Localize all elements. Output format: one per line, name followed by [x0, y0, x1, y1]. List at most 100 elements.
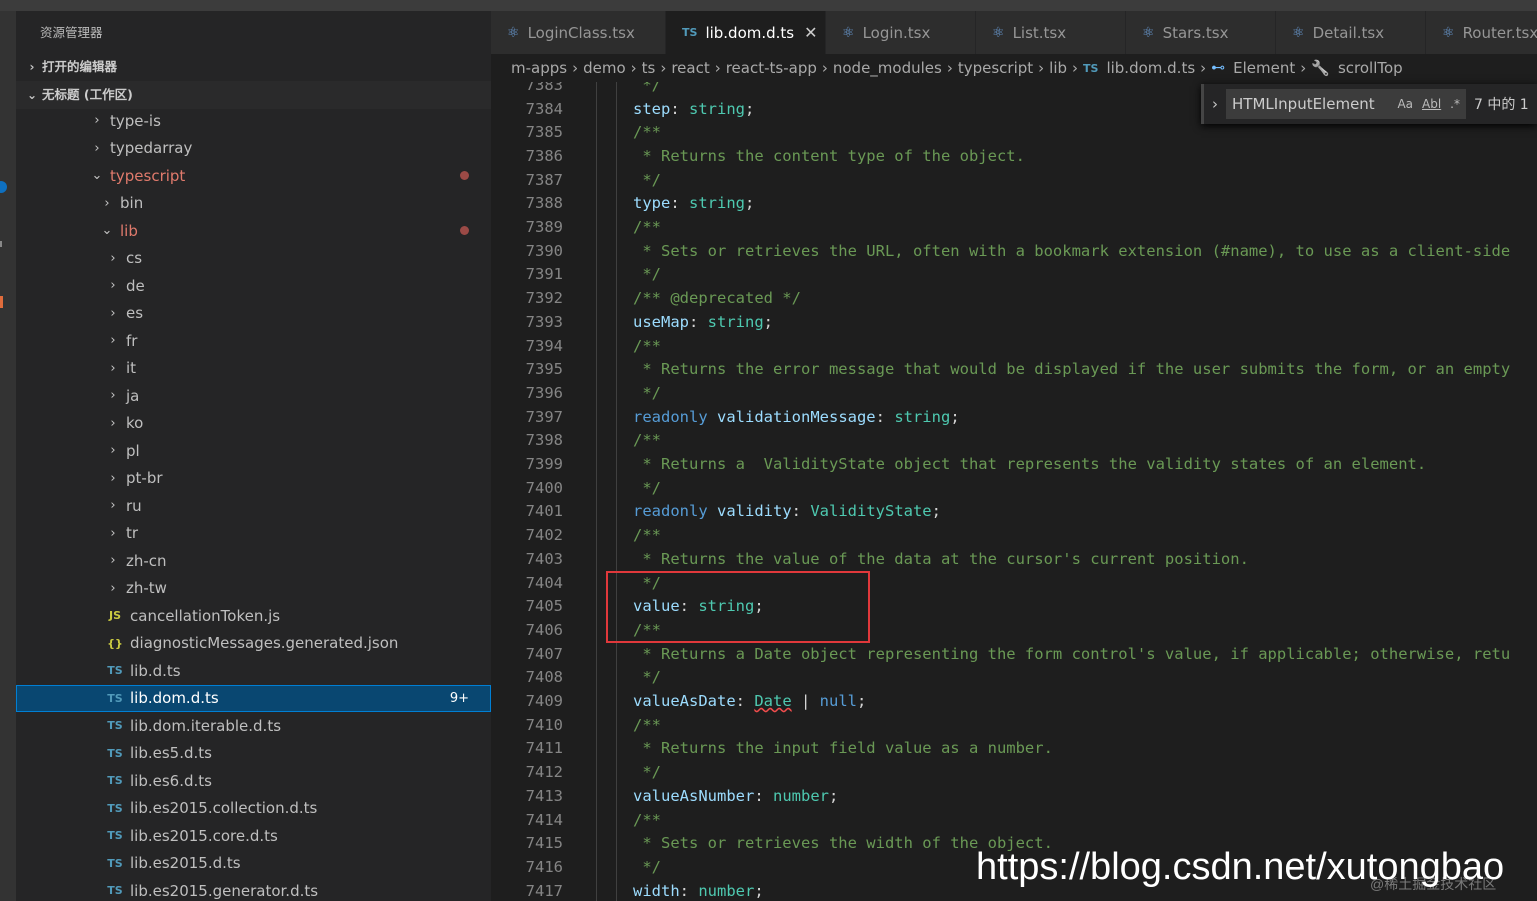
close-icon[interactable]: ✕ [804, 23, 817, 42]
line-number: 7387 [525, 170, 563, 189]
tree-file[interactable]: TS lib.es2015.collection.d.ts [16, 795, 491, 823]
tree-folder[interactable]: › es [16, 300, 491, 328]
tree-item-label: lib [120, 221, 138, 240]
open-editors-section[interactable]: › 打开的编辑器 [16, 53, 491, 81]
code-text: */ [563, 383, 661, 408]
code-line: 7386 * Returns the content type of the o… [491, 144, 1025, 171]
tree-folder[interactable]: ⌄ lib [16, 217, 491, 245]
breadcrumb-symbol-member[interactable]: scrollTop [1338, 59, 1403, 77]
tree-item-label: diagnosticMessages.generated.json [130, 634, 399, 653]
tree-folder[interactable]: › it [16, 355, 491, 383]
tree-file[interactable]: TS lib.dom.iterable.d.ts [16, 712, 491, 740]
notification-badge[interactable] [0, 181, 7, 193]
code-text: */ [563, 763, 661, 787]
code-token: /** [633, 123, 661, 142]
chevron-right-icon: › [821, 59, 828, 77]
find-widget: › HTMLInputElement Aa Abl .* 7 中的 1 [1201, 84, 1537, 124]
tree-item-label: ja [126, 386, 140, 405]
breadcrumb-item[interactable]: lib [1049, 59, 1067, 77]
breadcrumb-item[interactable]: react-ts-app [726, 59, 817, 77]
tree-item-label: lib.dom.iterable.d.ts [130, 716, 282, 735]
tab-detail-tsx[interactable]: ⚛ Detail.tsx [1276, 11, 1426, 54]
code-editor[interactable]: 7383 */7384 step: string; 7385/** 7386 * Re… [491, 82, 1537, 901]
toggle-replace-chevron-icon[interactable]: › [1204, 95, 1226, 113]
tree-folder[interactable]: › cs [16, 245, 491, 273]
workspace-section[interactable]: ⌄ 无标题 (工作区) [16, 81, 491, 109]
tree-folder[interactable]: › type-is [16, 107, 491, 135]
breadcrumb-item[interactable]: react [671, 59, 709, 77]
tab-label: Detail.tsx [1312, 23, 1385, 42]
tab-loginclass-tsx[interactable]: ⚛ LoginClass.tsx [491, 11, 666, 54]
code-line: 7397 readonly validationMessage: string; [491, 405, 960, 432]
breadcrumb-item[interactable]: ts [642, 59, 656, 77]
tree-folder[interactable]: › ja [16, 382, 491, 410]
line-number: 7391 [525, 265, 563, 284]
tab-router-tsx[interactable]: ⚛ Router.tsx [1426, 11, 1537, 54]
line-number: 7412 [525, 763, 563, 782]
tree-folder[interactable]: › pt-br [16, 465, 491, 493]
line-number: 7406 [525, 620, 563, 639]
chevron-right-icon: › [110, 470, 116, 486]
find-input[interactable]: HTMLInputElement Aa Abl .* [1226, 89, 1466, 119]
find-query: HTMLInputElement [1232, 95, 1375, 113]
tree-file[interactable]: {} diagnosticMessages.generated.json [16, 630, 491, 658]
class-symbol-icon: ⊷ [1211, 60, 1226, 76]
tree-folder[interactable]: › typedarray [16, 135, 491, 163]
tree-folder[interactable]: › fr [16, 327, 491, 355]
tree-folder[interactable]: › ru [16, 492, 491, 520]
modified-dot [460, 226, 469, 236]
chevron-right-icon: › [110, 525, 116, 541]
breadcrumb-item[interactable]: m-apps [511, 59, 567, 77]
line-number: 7398 [525, 431, 563, 450]
tree-file[interactable]: TS lib.es2015.generator.d.ts [16, 877, 491, 901]
tree-folder[interactable]: › de [16, 272, 491, 300]
code-token: : [670, 194, 689, 213]
tree-file[interactable]: JS cancellationToken.js [16, 602, 491, 630]
tree-folder[interactable]: › pl [16, 437, 491, 465]
tree-file[interactable]: TS lib.es2015.core.d.ts [16, 822, 491, 850]
tree-file[interactable]: TS lib.es5.d.ts [16, 740, 491, 768]
chevron-right-icon: › [1200, 59, 1207, 77]
line-number: 7397 [525, 407, 563, 426]
tab-list-tsx[interactable]: ⚛ List.tsx [976, 11, 1126, 54]
tree-file[interactable]: TS lib.es2015.d.ts [16, 850, 491, 878]
breadcrumb-item[interactable]: node_modules [833, 59, 942, 77]
tree-file[interactable]: TS lib.d.ts [16, 657, 491, 685]
line-number: 7407 [525, 644, 563, 663]
code-token: ; [763, 312, 774, 331]
code-token: ; [829, 786, 839, 805]
code-text: /** [563, 715, 661, 740]
tree-item-label: zh-tw [126, 579, 167, 598]
breadcrumb-file[interactable]: lib.dom.d.ts [1106, 59, 1195, 77]
code-line: 7401 readonly validity: ValidityState; [491, 500, 941, 527]
chevron-right-icon: › [110, 498, 116, 514]
tree-item-label: de [126, 276, 145, 295]
tree-item-label: ko [126, 414, 144, 433]
tree-folder[interactable]: › tr [16, 520, 491, 548]
code-text: */ [563, 82, 661, 100]
breadcrumb-item[interactable]: typescript [958, 59, 1033, 77]
breadcrumb-symbol-class[interactable]: Element [1233, 59, 1295, 77]
tab-lib-dom-d-ts[interactable]: TS lib.dom.d.ts ✕ [666, 11, 826, 54]
modified-dot [460, 171, 469, 181]
chevron-right-icon: › [104, 195, 110, 211]
match-whole-word-icon[interactable]: Abl [1422, 97, 1441, 111]
breadcrumb-item[interactable]: demo [583, 59, 626, 77]
match-case-icon[interactable]: Aa [1397, 97, 1413, 111]
tree-folder[interactable]: › ko [16, 410, 491, 438]
tab-stars-tsx[interactable]: ⚛ Stars.tsx [1126, 11, 1276, 54]
tree-folder[interactable]: › zh-cn [16, 547, 491, 575]
tree-folder[interactable]: › bin [16, 190, 491, 218]
tree-file[interactable]: TS lib.dom.d.ts 9+ [16, 684, 491, 712]
code-token: : [689, 312, 708, 331]
chevron-right-icon: › [94, 113, 100, 129]
use-regex-icon[interactable]: .* [1450, 97, 1460, 111]
tab-login-tsx[interactable]: ⚛ Login.tsx [826, 11, 976, 54]
tree-folder[interactable]: ⌄ typescript [16, 162, 491, 190]
tree-folder[interactable]: › zh-tw [16, 575, 491, 603]
line-number: 7385 [525, 123, 563, 142]
react-file-icon: ⚛ [1442, 24, 1455, 41]
code-token: string [707, 312, 764, 331]
tree-file[interactable]: TS lib.es6.d.ts [16, 767, 491, 795]
react-file-icon: ⚛ [842, 24, 855, 41]
